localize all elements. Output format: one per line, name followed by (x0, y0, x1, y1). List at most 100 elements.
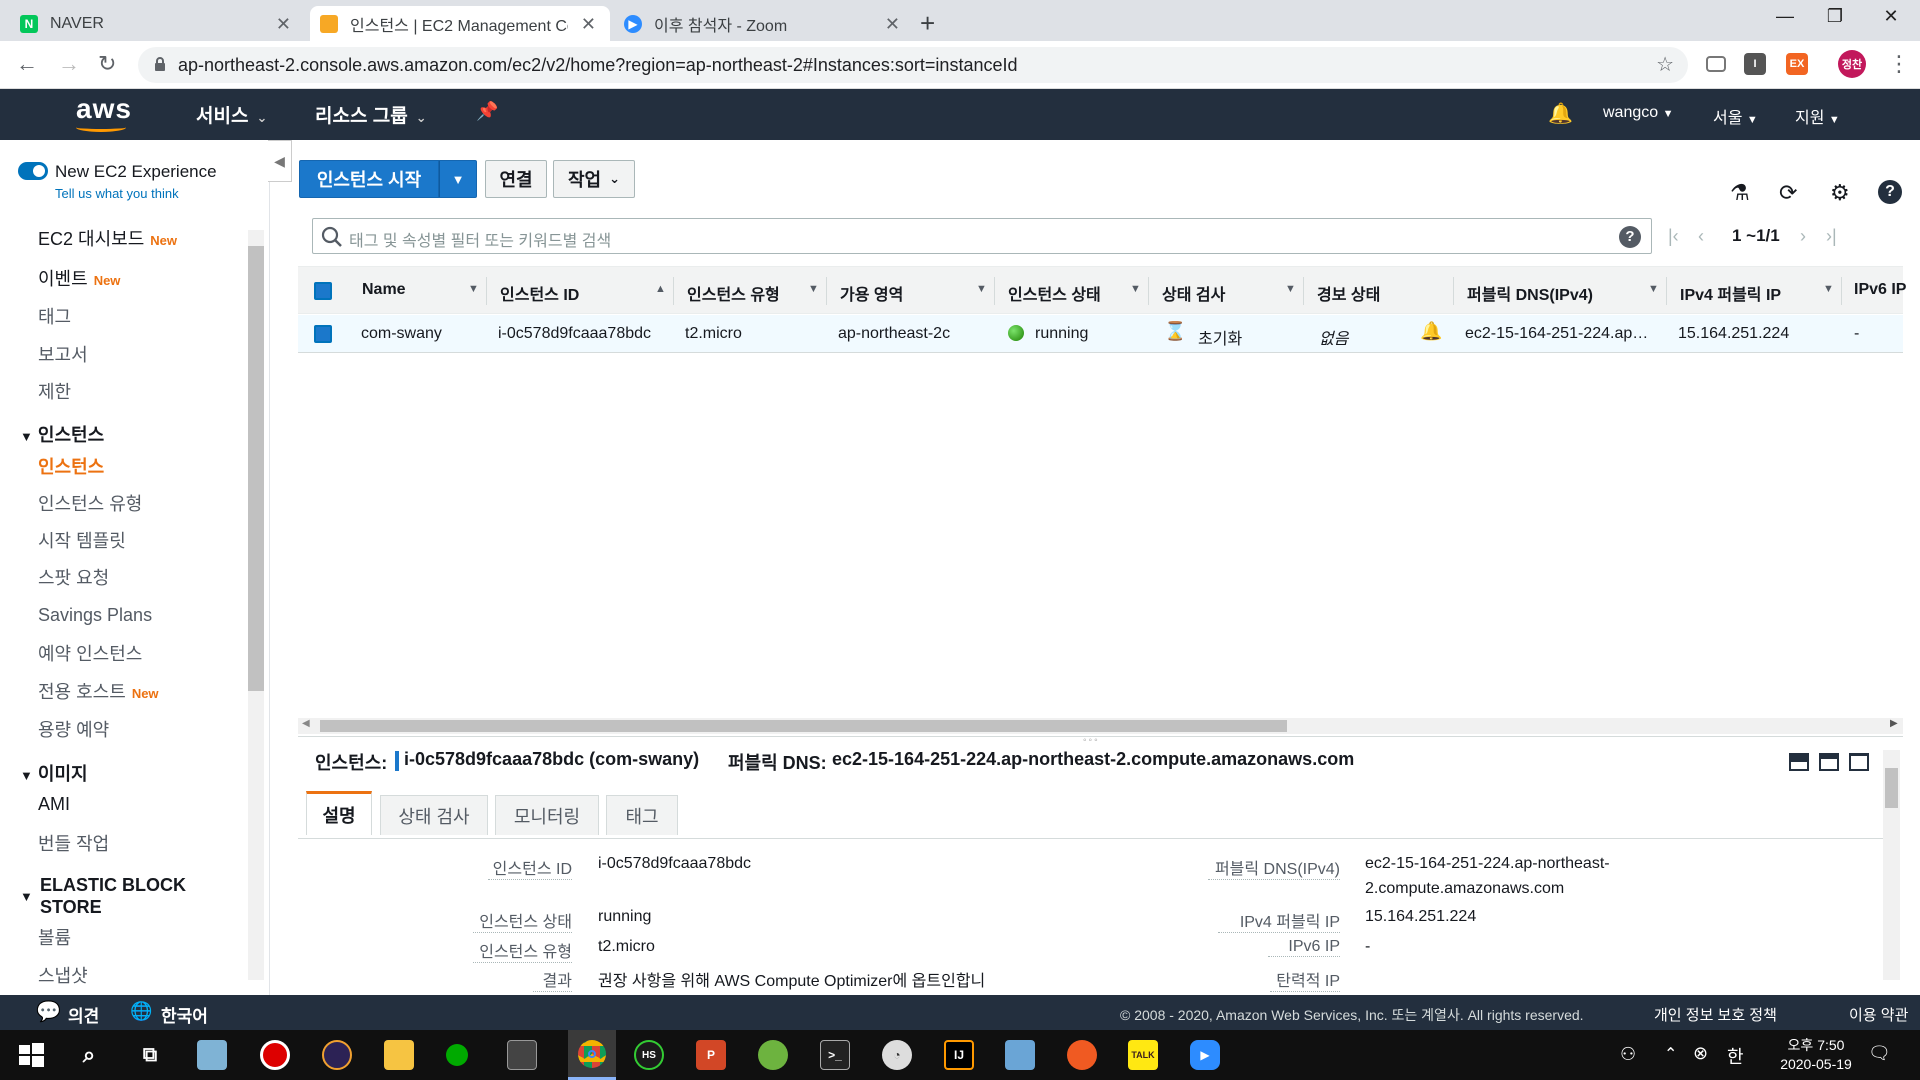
sidebar-item-instance-types[interactable]: 인스턴스 유형 (38, 490, 142, 516)
col-public-ip[interactable]: IPv4 퍼블릭 IP (1680, 281, 1781, 305)
sidebar-item-reports[interactable]: 보고서 (38, 341, 88, 367)
table-scroll-thumb[interactable] (320, 720, 1287, 732)
new-experience-toggle[interactable] (18, 162, 48, 180)
people-icon[interactable]: ⚇ (1620, 1044, 1636, 1065)
search-filter-input[interactable]: 태그 및 속성별 필터 또는 키워드별 검색 ? (312, 218, 1652, 254)
layout-bottom-icon[interactable] (1789, 753, 1809, 771)
collapse-sidebar-button[interactable]: ◀ (268, 140, 292, 182)
privacy-link[interactable]: 개인 정보 보호 정책 (1654, 1004, 1777, 1025)
scroll-left-icon[interactable]: ◀ (302, 718, 310, 729)
sidebar-item-spot-requests[interactable]: 스팟 요청 (38, 564, 109, 590)
layout-full-icon[interactable] (1849, 753, 1869, 771)
browser-tab-ec2[interactable]: 인스턴스 | EC2 Management Co ✕ (310, 6, 610, 41)
window-close-icon[interactable]: ✕ (1866, 6, 1916, 27)
resize-handle[interactable]: ◦◦◦ (1083, 735, 1100, 746)
task-view-icon[interactable]: ⧉ (135, 1040, 165, 1070)
section-images[interactable]: ▼ 이미지 (20, 760, 88, 786)
postman-icon[interactable] (1067, 1040, 1097, 1070)
terminal-icon[interactable]: >_ (820, 1040, 850, 1070)
col-availability-zone[interactable]: 가용 영역 (840, 281, 903, 305)
extension-icon[interactable]: I (1744, 53, 1766, 75)
field-value-finding[interactable]: 권장 사항을 위해 AWS Compute Optimizer에 옵트인합니 (598, 967, 985, 991)
speech-bubble-icon[interactable]: 💬 (36, 999, 61, 1024)
tab-monitoring[interactable]: 모니터링 (495, 795, 599, 835)
launch-instance-button[interactable]: 인스턴스 시작 (299, 160, 439, 198)
ime-indicator[interactable]: 한 (1727, 1043, 1744, 1069)
first-page-icon[interactable]: |‹ (1668, 226, 1679, 247)
services-menu[interactable]: 서비스 ⌄ (196, 101, 267, 128)
section-ebs[interactable]: ▼ ELASTIC BLOCK STORE (20, 874, 186, 918)
col-alarm-status[interactable]: 경보 상태 (1317, 281, 1380, 305)
layout-split-icon[interactable] (1819, 753, 1839, 771)
sidebar-item-instances[interactable]: 인스턴스 (38, 453, 104, 479)
scroll-right-icon[interactable]: ▶ (1890, 718, 1898, 729)
next-page-icon[interactable]: › (1800, 226, 1806, 247)
caret-down-icon[interactable]: ▼ (976, 283, 987, 295)
caret-down-icon[interactable]: ▼ (1285, 283, 1296, 295)
support-menu[interactable]: 지원 ▼ (1795, 104, 1840, 128)
col-name[interactable]: Name (362, 281, 406, 299)
pin-icon[interactable]: 📌 (476, 101, 498, 122)
sidebar-item-dedicated-hosts[interactable]: 전용 호스트 New (38, 678, 159, 704)
record-icon[interactable] (260, 1040, 290, 1070)
clock-date[interactable]: 2020-05-19 (1768, 1056, 1864, 1072)
language-selector[interactable]: 한국어 (161, 1002, 208, 1027)
flask-icon[interactable]: ⚗ (1730, 180, 1750, 206)
forward-icon[interactable]: → (58, 51, 80, 77)
show-hidden-icons[interactable]: ⌃ (1664, 1044, 1677, 1064)
sidebar-item-capacity-reservations[interactable]: 용량 예약 (38, 716, 109, 742)
caret-down-icon[interactable]: ▼ (1648, 283, 1659, 295)
search-icon[interactable]: ⌕ (74, 1040, 104, 1070)
col-public-dns[interactable]: 퍼블릭 DNS(IPv4) (1467, 281, 1593, 305)
col-ipv6[interactable]: IPv6 IP (1854, 281, 1906, 299)
table-row[interactable]: com-swany i-0c578d9fcaaa78bdc t2.micro a… (298, 315, 1903, 353)
close-tab-icon[interactable]: ✕ (276, 14, 291, 35)
chrome-taskbar-item[interactable] (568, 1030, 616, 1080)
sidebar-item-dashboard[interactable]: EC2 대시보드 New (38, 225, 177, 251)
no-network-icon[interactable]: ⊗ (1693, 1043, 1708, 1064)
sidebar-item-savings-plans[interactable]: Savings Plans (38, 605, 152, 626)
globe-icon[interactable]: 🌐 (130, 1001, 152, 1022)
gear-icon[interactable]: ⚙ (1830, 180, 1850, 206)
sidebar-item-bundle-tasks[interactable]: 번들 작업 (38, 830, 109, 856)
bookmark-star-icon[interactable]: ☆ (1656, 52, 1674, 77)
help-icon[interactable]: ? (1878, 180, 1902, 204)
feedback-link[interactable]: Tell us what you think (55, 186, 179, 201)
bell-icon[interactable]: 🔔 (1548, 101, 1573, 126)
browser-menu-icon[interactable]: ⋮ (1888, 51, 1910, 77)
browser-tab-naver[interactable]: N NAVER ✕ (10, 6, 305, 41)
terms-link[interactable]: 이용 약관 (1849, 1004, 1908, 1025)
sidebar-item-reserved-instances[interactable]: 예약 인스턴스 (38, 640, 142, 666)
region-menu[interactable]: 서울 ▼ (1713, 104, 1758, 128)
calculator-icon[interactable] (507, 1040, 537, 1070)
tab-tags[interactable]: 태그 (606, 795, 678, 835)
app-round-icon[interactable]: ◔ (882, 1040, 912, 1070)
filter-help-icon[interactable]: ? (1619, 226, 1641, 248)
close-tab-icon[interactable]: ✕ (581, 14, 596, 35)
notification-icon[interactable]: 🗨 (1868, 1043, 1891, 1064)
app-icon[interactable] (197, 1040, 227, 1070)
caret-down-icon[interactable]: ▼ (1130, 283, 1141, 295)
sidebar-item-snapshots[interactable]: 스냅샷 (38, 962, 88, 988)
restore-icon[interactable]: ❐ (1810, 6, 1860, 27)
caret-down-icon[interactable]: ▼ (808, 283, 819, 295)
actions-button[interactable]: 작업 ⌄ (553, 160, 635, 198)
eclipse-icon[interactable] (322, 1040, 352, 1070)
tab-description[interactable]: 설명 (306, 791, 372, 835)
last-page-icon[interactable]: ›| (1826, 226, 1837, 247)
sidebar-item-limits[interactable]: 제한 (38, 378, 71, 404)
col-instance-type[interactable]: 인스턴스 유형 (687, 281, 780, 305)
windows-start-icon[interactable] (16, 1040, 46, 1070)
back-icon[interactable]: ← (16, 51, 38, 77)
col-instance-id[interactable]: 인스턴스 ID (500, 281, 579, 305)
sidebar-item-volumes[interactable]: 볼륨 (38, 924, 71, 950)
sort-asc-icon[interactable]: ▲ (655, 283, 666, 295)
powerpoint-icon[interactable]: P (696, 1040, 726, 1070)
url-text[interactable]: ap-northeast-2.console.aws.amazon.com/ec… (178, 55, 1018, 76)
intellij-icon[interactable]: IJ (944, 1040, 974, 1070)
paint-icon[interactable] (1005, 1040, 1035, 1070)
caret-down-icon[interactable]: ▼ (1823, 283, 1834, 295)
prev-page-icon[interactable]: ‹ (1698, 226, 1704, 247)
col-status-check[interactable]: 상태 검사 (1162, 281, 1225, 305)
folder-icon[interactable] (384, 1040, 414, 1070)
